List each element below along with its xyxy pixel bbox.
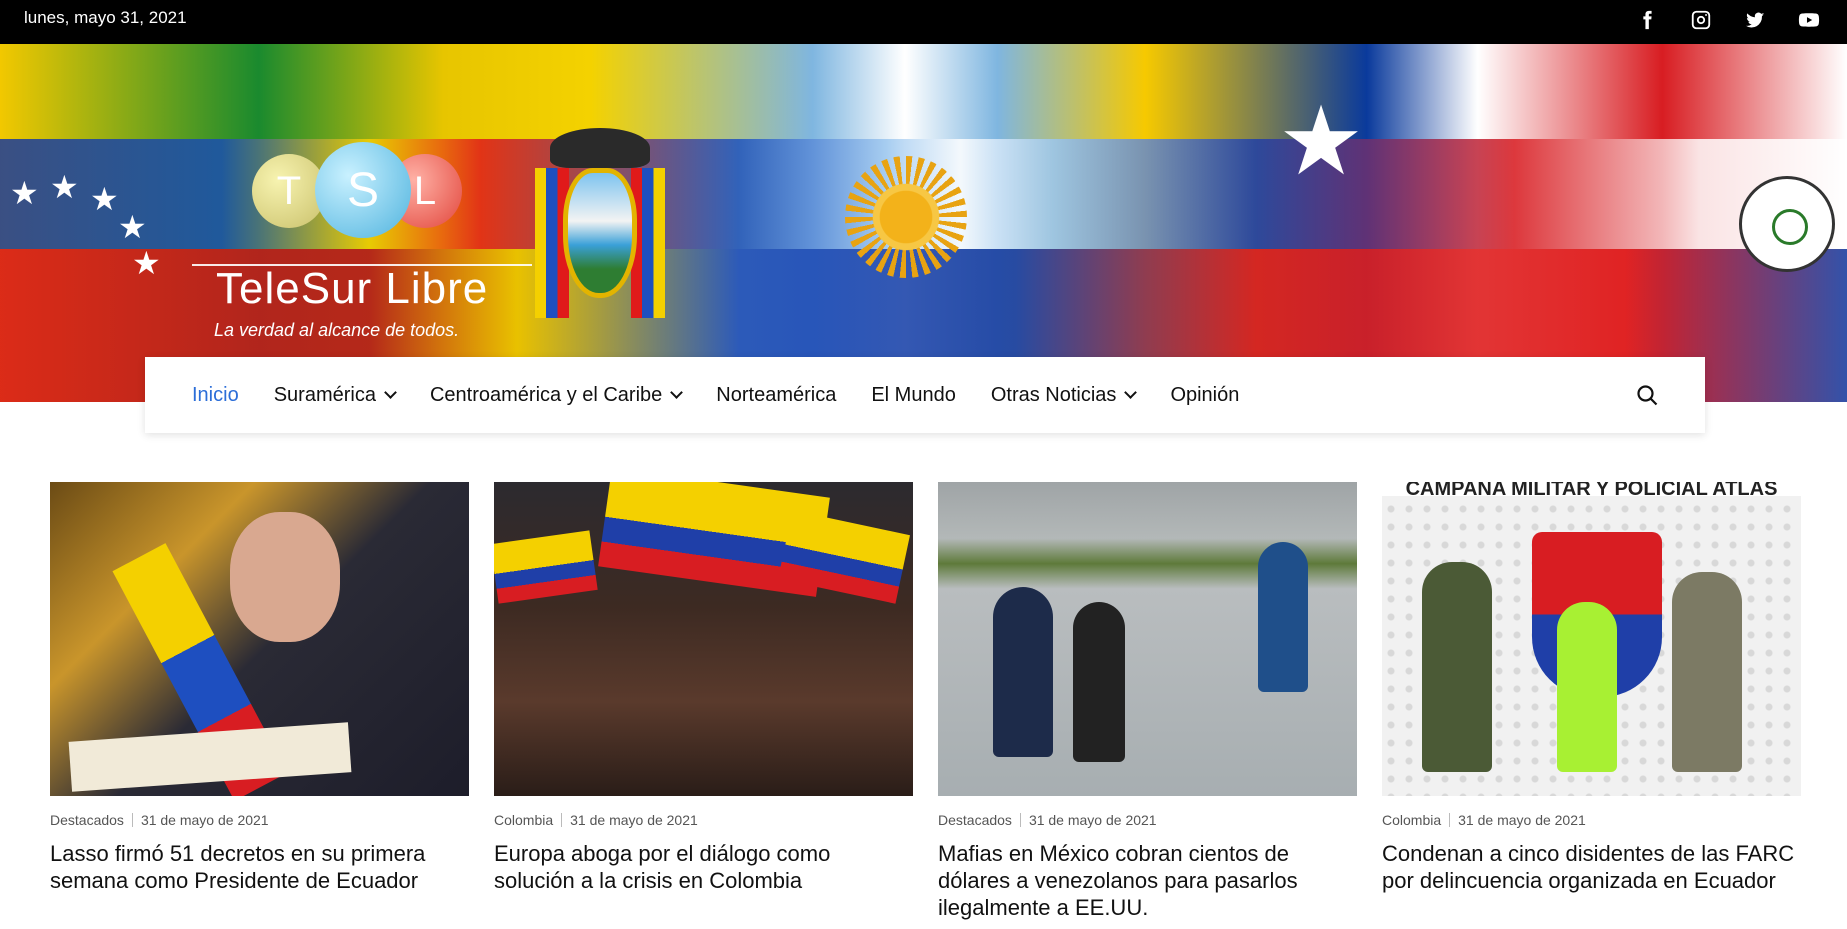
nav-item-inicio[interactable]: Inicio bbox=[192, 384, 239, 407]
search-icon[interactable] bbox=[1635, 383, 1659, 407]
meta-divider bbox=[1449, 813, 1451, 827]
article-image[interactable]: CAMPAÑA MILITAR Y POLICIAL ATLAS bbox=[1382, 482, 1801, 796]
nav-item-label: Norteamérica bbox=[716, 383, 837, 406]
chile-star: ★ bbox=[1278, 88, 1365, 195]
meta-divider bbox=[131, 813, 133, 827]
article-meta: Colombia 31 de mayo de 2021 bbox=[494, 812, 913, 828]
chevron-down-icon bbox=[384, 386, 397, 399]
article-meta: Destacados 31 de mayo de 2021 bbox=[938, 812, 1357, 828]
article-meta: Destacados 31 de mayo de 2021 bbox=[50, 812, 469, 828]
featured-articles: Destacados 31 de mayo de 2021 Lasso firm… bbox=[50, 482, 1801, 921]
article-date: 31 de mayo de 2021 bbox=[140, 812, 269, 828]
article-image[interactable] bbox=[50, 482, 469, 796]
nav-item-label: Opinión bbox=[1170, 383, 1240, 406]
chevron-down-icon bbox=[670, 386, 684, 399]
nav-item-opinión[interactable]: Opinión bbox=[1170, 384, 1239, 407]
nav-item-otras-noticias[interactable]: Otras Noticias bbox=[990, 383, 1138, 407]
article-date: 31 de mayo de 2021 bbox=[570, 812, 698, 828]
youtube-icon[interactable] bbox=[1797, 8, 1821, 32]
site-logo[interactable]: T L S TeleSur Libre La verdad al alcance… bbox=[190, 142, 540, 352]
article-card: Destacados 31 de mayo de 2021 Lasso firm… bbox=[50, 482, 469, 921]
facebook-icon[interactable] bbox=[1635, 8, 1659, 32]
article-date: 31 de mayo de 2021 bbox=[1458, 812, 1586, 828]
article-image[interactable] bbox=[938, 482, 1357, 796]
article-meta: Colombia 31 de mayo de 2021 bbox=[1382, 812, 1801, 828]
argentina-sun-emblem bbox=[845, 156, 967, 278]
top-bar: lunes, mayo 31, 2021 bbox=[0, 0, 1847, 44]
article-category[interactable]: Colombia bbox=[494, 812, 553, 828]
article-date: 31 de mayo de 2021 bbox=[1028, 812, 1157, 828]
paraguay-seal bbox=[1739, 176, 1835, 272]
nav-item-el-mundo[interactable]: El Mundo bbox=[871, 384, 956, 407]
article-card: CAMPAÑA MILITAR Y POLICIAL ATLAS Colombi… bbox=[1382, 482, 1801, 921]
nav-menu: Inicio Suramérica Centroamérica y el Carib… bbox=[145, 357, 1705, 433]
nav-item-norteamérica[interactable]: Norteamérica bbox=[716, 384, 836, 407]
main-navigation: Inicio Suramérica Centroamérica y el Carib… bbox=[145, 357, 1705, 433]
nav-item-label: Inicio bbox=[192, 383, 239, 406]
venezuela-stars: ★ ★ ★ ★ ★ bbox=[10, 169, 161, 281]
article-title[interactable]: Lasso firmó 51 decretos en su primera se… bbox=[50, 840, 469, 894]
logo-tagline: La verdad al alcance de todos. bbox=[214, 320, 460, 340]
nav-item-label: El Mundo bbox=[871, 383, 956, 406]
nav-item-centroamérica-y-el-caribe[interactable]: Centroamérica y el Caribe bbox=[429, 383, 684, 407]
nav-item-label: Otras Noticias bbox=[990, 383, 1117, 406]
article-image[interactable] bbox=[494, 482, 913, 796]
article-card: Colombia 31 de mayo de 2021 Europa aboga… bbox=[494, 482, 913, 921]
article-title[interactable]: Europa aboga por el diálogo como solució… bbox=[494, 840, 913, 894]
article-title[interactable]: Mafias en México cobran cientos de dólar… bbox=[938, 840, 1357, 921]
twitter-icon[interactable] bbox=[1743, 8, 1767, 32]
article-category[interactable]: Destacados bbox=[50, 812, 124, 828]
image-banner-text: CAMPAÑA MILITAR Y POLICIAL ATLAS bbox=[1405, 482, 1778, 500]
instagram-icon[interactable] bbox=[1689, 8, 1713, 32]
article-title[interactable]: Condenan a cinco disidentes de las FARC … bbox=[1382, 840, 1801, 894]
chevron-down-icon bbox=[1124, 386, 1138, 399]
header-banner: ★ ★ ★ ★ ★ ★ T L S TeleSur Libre La verda… bbox=[0, 44, 1847, 402]
article-category[interactable]: Colombia bbox=[1382, 812, 1441, 828]
meta-divider bbox=[1019, 813, 1021, 827]
current-date: lunes, mayo 31, 2021 bbox=[24, 8, 187, 27]
logo-bubble-s: S bbox=[315, 142, 411, 238]
ecuador-coat-of-arms bbox=[535, 128, 665, 358]
nav-item-suramérica[interactable]: Suramérica bbox=[273, 383, 397, 407]
social-links bbox=[1635, 8, 1821, 32]
nav-item-label: Suramérica bbox=[273, 383, 376, 406]
article-category[interactable]: Destacados bbox=[938, 812, 1012, 828]
meta-divider bbox=[561, 813, 563, 827]
nav-item-label: Centroamérica y el Caribe bbox=[429, 383, 663, 406]
article-card: Destacados 31 de mayo de 2021 Mafias en … bbox=[938, 482, 1357, 921]
logo-name: TeleSur Libre bbox=[216, 264, 489, 313]
